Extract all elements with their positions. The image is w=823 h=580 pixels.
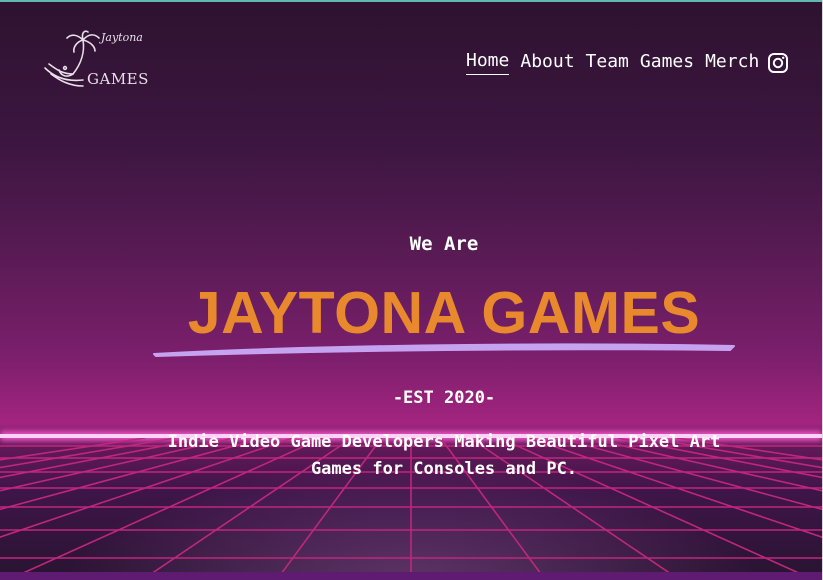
logo-word-text: GAMES	[87, 70, 149, 88]
title-underline	[153, 343, 735, 357]
main-nav: Home About Team Games Merch	[466, 50, 759, 75]
hero-pretitle: We Are	[409, 233, 479, 255]
instagram-icon[interactable]	[767, 52, 789, 74]
hero-section: Jaytona GAMES Home About Team Games Merc…	[0, 2, 822, 572]
section-divider	[0, 572, 823, 580]
logo-script-text: Jaytona	[101, 31, 143, 44]
nav-about[interactable]: About	[520, 51, 574, 75]
nav-team[interactable]: Team	[586, 51, 629, 75]
nav-home[interactable]: Home	[466, 50, 510, 75]
hero-title: JAYTONA GAMES	[187, 280, 701, 346]
hero-established: -EST 2020-	[392, 388, 496, 408]
nav-merch[interactable]: Merch	[705, 51, 759, 75]
site-logo[interactable]: Jaytona GAMES	[43, 30, 148, 94]
nav-games[interactable]: Games	[640, 51, 694, 75]
hero-description: Indie Video Game Developers Making Beaut…	[167, 432, 721, 479]
